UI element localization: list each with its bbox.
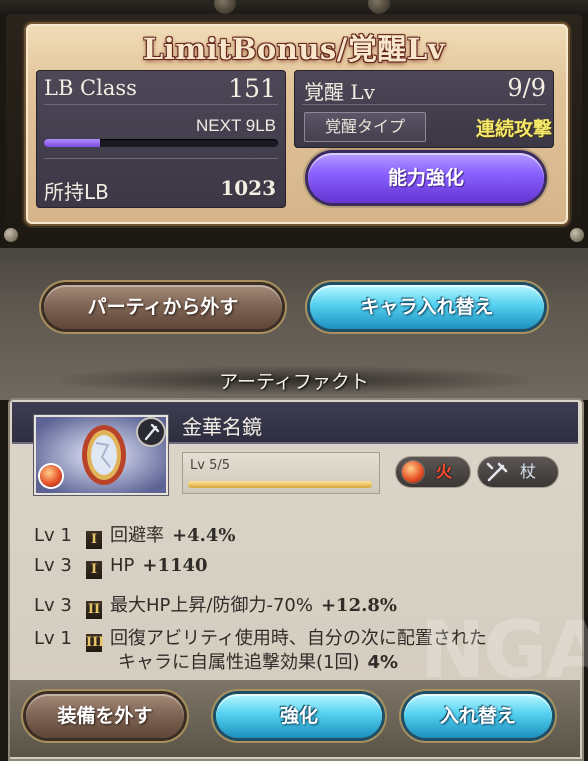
lb-progress-fill xyxy=(44,139,101,147)
power-up-button[interactable]: 能力強化 xyxy=(308,153,544,203)
tier-badge: I xyxy=(86,561,102,579)
artifact-name: 金華名鏡 xyxy=(182,415,262,439)
strip-ornament-icon xyxy=(368,0,390,14)
awaken-lv-value: 9/9 xyxy=(507,74,546,102)
artifact-level-bar xyxy=(188,481,372,488)
staff-weapon-icon xyxy=(138,419,164,445)
bonus-row-continuation: キャラに自属性追撃効果(1回) 4% xyxy=(118,648,398,674)
fire-element-icon xyxy=(402,461,424,483)
frame-bolt-icon xyxy=(4,228,18,242)
awaken-lv-label: 覚醒 Lv xyxy=(304,80,375,104)
bonus-value: +1140 xyxy=(142,555,208,576)
tier-badge: II xyxy=(86,601,102,619)
strip-ornament-icon xyxy=(214,0,236,14)
limit-bonus-title: LimitBonus/覚醒Lv xyxy=(142,32,446,66)
artifact-thumbnail[interactable] xyxy=(34,415,168,495)
element-chip: 火 xyxy=(396,457,470,487)
fire-element-icon xyxy=(40,465,62,487)
bonus-level: Lv 3 xyxy=(34,595,72,616)
unequip-button[interactable]: 装備を外す xyxy=(26,694,184,738)
bonus-value: 4% xyxy=(367,652,399,673)
tier-badge: III xyxy=(86,634,105,652)
next-lb-text: NEXT 9LB xyxy=(195,116,276,135)
bonus-name: 最大HP上昇/防御力-70% xyxy=(110,595,313,616)
artifact-level-label: Lv 5/5 xyxy=(190,458,230,473)
owned-lb-value: 1023 xyxy=(220,176,276,200)
lb-class-value: 151 xyxy=(228,74,276,103)
bonus-value: +4.4% xyxy=(172,525,236,546)
bonus-name: HP xyxy=(110,555,135,576)
enhance-button[interactable]: 強化 xyxy=(216,694,382,738)
awaken-type-tag: 覚醒タイプ xyxy=(304,112,426,142)
bonus-level: Lv 3 xyxy=(34,555,72,576)
tier-badge: I xyxy=(86,531,102,549)
weapon-chip: 杖 xyxy=(478,457,558,487)
leave-party-button[interactable]: パーティから外す xyxy=(44,285,282,329)
bonus-name: キャラに自属性追撃効果(1回) xyxy=(118,652,360,673)
awaken-type-value: 連続攻撃 xyxy=(475,118,552,140)
replace-button[interactable]: 入れ替え xyxy=(404,694,552,738)
bonus-name: 回避率 xyxy=(110,525,164,546)
lb-progress-bar xyxy=(44,139,278,147)
bonus-value: +12.8% xyxy=(320,595,397,616)
owned-lb-label: 所持LB xyxy=(44,180,109,204)
frame-bolt-icon xyxy=(570,228,584,242)
lb-class-label: LB Class xyxy=(44,76,137,100)
bonus-row: Lv 1 I 回避率 +4.4% xyxy=(34,521,236,549)
bonus-level: Lv 1 xyxy=(34,628,72,649)
element-label: 火 xyxy=(436,462,453,481)
artifact-level-fill xyxy=(188,481,372,488)
staff-weapon-icon xyxy=(486,462,508,482)
swap-character-button[interactable]: キャラ入れ替え xyxy=(310,285,544,329)
bonus-row: Lv 3 I HP +1140 xyxy=(34,555,208,579)
artifact-heading: アーティファクト xyxy=(219,371,369,393)
weapon-label: 杖 xyxy=(520,462,537,481)
bonus-level: Lv 1 xyxy=(34,525,72,546)
bonus-row: Lv 3 II 最大HP上昇/防御力-70% +12.8% xyxy=(34,591,397,619)
